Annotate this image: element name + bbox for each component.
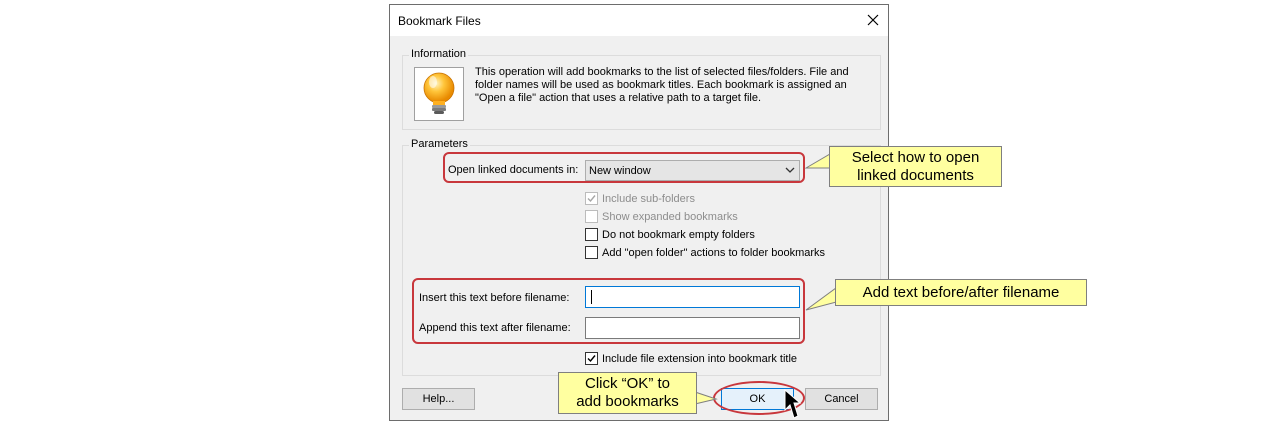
mouse-cursor-icon: [784, 388, 802, 419]
